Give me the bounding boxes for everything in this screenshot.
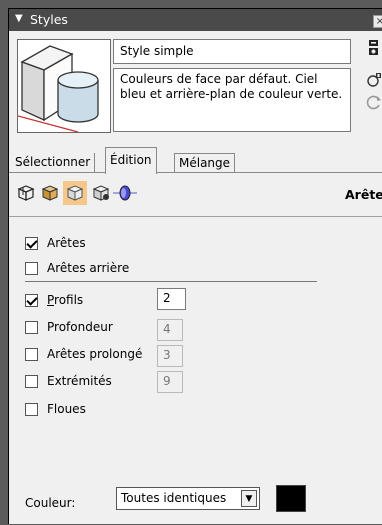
style-name-field[interactable]: Style simple	[113, 39, 351, 64]
aretes-label: Arêtes	[47, 236, 86, 250]
edit-toolbar: Arête	[9, 173, 382, 217]
profondeur-label: Profondeur	[47, 320, 113, 334]
color-mode-select[interactable]: Toutes identiques ▼	[116, 487, 260, 510]
profondeur-checkbox[interactable]	[25, 321, 38, 334]
collapse-triangle-icon[interactable]: ▼	[15, 13, 23, 24]
tab-edition[interactable]: Édition	[105, 147, 157, 174]
section-label: Arête	[345, 187, 382, 202]
aretes-prolongees-checkbox[interactable]	[25, 348, 38, 361]
modeling-settings-icon[interactable]	[113, 184, 137, 202]
panel-title: Styles	[30, 12, 68, 27]
extremites-checkbox[interactable]	[25, 375, 38, 388]
style-header: Style simple Couleurs de face par défaut…	[9, 31, 382, 139]
floues-checkbox[interactable]	[25, 403, 38, 416]
chevron-down-icon[interactable]: ▼	[241, 490, 257, 507]
extremites-input[interactable]: 9	[157, 371, 183, 393]
floues-label: Floues	[47, 402, 86, 416]
close-icon[interactable]: ×	[373, 15, 382, 28]
watermark-settings-icon[interactable]	[92, 184, 110, 202]
update-style-icon[interactable]	[366, 71, 382, 89]
tab-melange[interactable]: Mélange	[174, 153, 236, 173]
edge-settings-icon[interactable]	[17, 184, 35, 202]
aretes-arriere-checkbox[interactable]	[25, 262, 38, 275]
aretes-arriere-label: Arêtes arrière	[47, 261, 130, 275]
extremites-label: Extrémités	[47, 374, 112, 388]
aretes-prolongees-input[interactable]: 3	[157, 345, 183, 367]
box-cylinder-preview-icon	[17, 39, 111, 133]
tab-bar: Sélectionner Édition Mélange	[9, 147, 382, 174]
color-label: Couleur:	[25, 496, 76, 510]
create-style-icon[interactable]	[366, 39, 382, 57]
face-settings-icon[interactable]	[41, 184, 59, 202]
tab-selectionner[interactable]: Sélectionner	[11, 153, 96, 173]
aretes-prolongees-label: Arêtes prolongé	[47, 347, 143, 361]
background-settings-icon[interactable]	[63, 181, 87, 205]
options-divider	[25, 281, 317, 282]
profils-label: Profils	[47, 293, 84, 307]
styles-panel: ▼ Styles × Style simple Couleurs de face…	[8, 8, 382, 524]
profils-checkbox[interactable]	[25, 294, 38, 307]
panel-title-bar[interactable]: ▼ Styles ×	[9, 9, 382, 31]
color-mode-value: Toutes identiques	[121, 491, 227, 505]
aretes-checkbox[interactable]	[25, 237, 38, 250]
style-description-field[interactable]: Couleurs de face par défaut. Ciel bleu e…	[113, 68, 351, 132]
toolbar-divider	[9, 216, 382, 217]
profils-width-input[interactable]: 2	[157, 288, 186, 310]
refresh-icon[interactable]	[366, 93, 382, 111]
edge-color-swatch[interactable]	[276, 485, 306, 512]
profondeur-input[interactable]: 4	[157, 319, 183, 341]
